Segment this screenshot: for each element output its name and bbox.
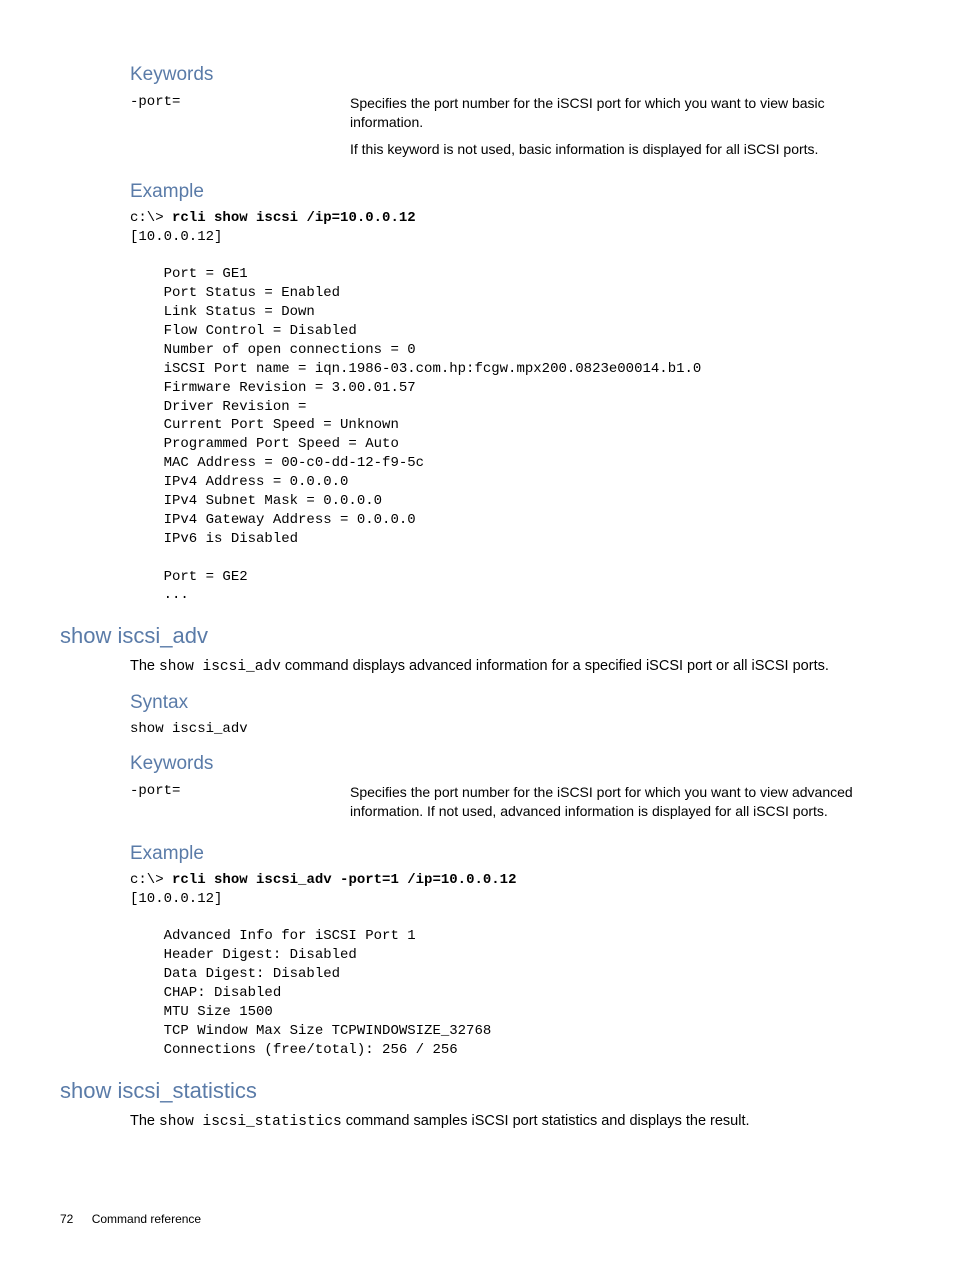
keyword-description: Specifies the port number for the iSCSI … xyxy=(350,94,894,167)
prompt: c:\> xyxy=(130,872,172,888)
intro-after: command displays advanced information fo… xyxy=(281,658,829,674)
example-heading: Example xyxy=(130,181,894,203)
example-code-block: c:\> rcli show iscsi /ip=10.0.0.12 [10.0… xyxy=(130,209,894,606)
syntax-heading: Syntax xyxy=(130,692,894,714)
syntax-code: show iscsi_adv xyxy=(130,720,894,739)
prompt: c:\> xyxy=(130,210,172,226)
chapter-name: Command reference xyxy=(92,1212,201,1226)
command: rcli show iscsi /ip=10.0.0.12 xyxy=(172,210,416,226)
example-code-block: c:\> rcli show iscsi_adv -port=1 /ip=10.… xyxy=(130,871,894,1060)
keyword-desc-line: Specifies the port number for the iSCSI … xyxy=(350,94,894,132)
section-heading-iscsi-statistics: show iscsi_statistics xyxy=(60,1078,894,1104)
section-heading-iscsi-adv: show iscsi_adv xyxy=(60,623,894,649)
keywords-heading: Keywords xyxy=(130,753,894,775)
example-heading: Example xyxy=(130,843,894,865)
intro-after: command samples iSCSI port statistics an… xyxy=(342,1113,750,1129)
keyword-desc-line: Specifies the port number for the iSCSI … xyxy=(350,783,894,821)
keyword-description: Specifies the port number for the iSCSI … xyxy=(350,783,894,829)
keyword-label: -port= xyxy=(130,783,350,829)
intro-code: show iscsi_adv xyxy=(159,659,281,675)
keywords-heading: Keywords xyxy=(130,64,894,86)
output: [10.0.0.12] Advanced Info for iSCSI Port… xyxy=(130,891,491,1058)
intro-paragraph: The show iscsi_adv command displays adva… xyxy=(130,657,894,678)
keyword-desc-line: If this keyword is not used, basic infor… xyxy=(350,140,894,159)
command: rcli show iscsi_adv -port=1 /ip=10.0.0.1… xyxy=(172,872,516,888)
page-footer: 72 Command reference xyxy=(60,1212,894,1226)
output: [10.0.0.12] Port = GE1 Port Status = Ena… xyxy=(130,229,701,604)
intro-before: The xyxy=(130,1113,159,1129)
page-number: 72 xyxy=(60,1212,73,1226)
intro-before: The xyxy=(130,658,159,674)
intro-paragraph: The show iscsi_statistics command sample… xyxy=(130,1112,894,1133)
keyword-label: -port= xyxy=(130,94,350,167)
keyword-row: -port= Specifies the port number for the… xyxy=(130,783,894,829)
keyword-row: -port= Specifies the port number for the… xyxy=(130,94,894,167)
intro-code: show iscsi_statistics xyxy=(159,1114,342,1130)
